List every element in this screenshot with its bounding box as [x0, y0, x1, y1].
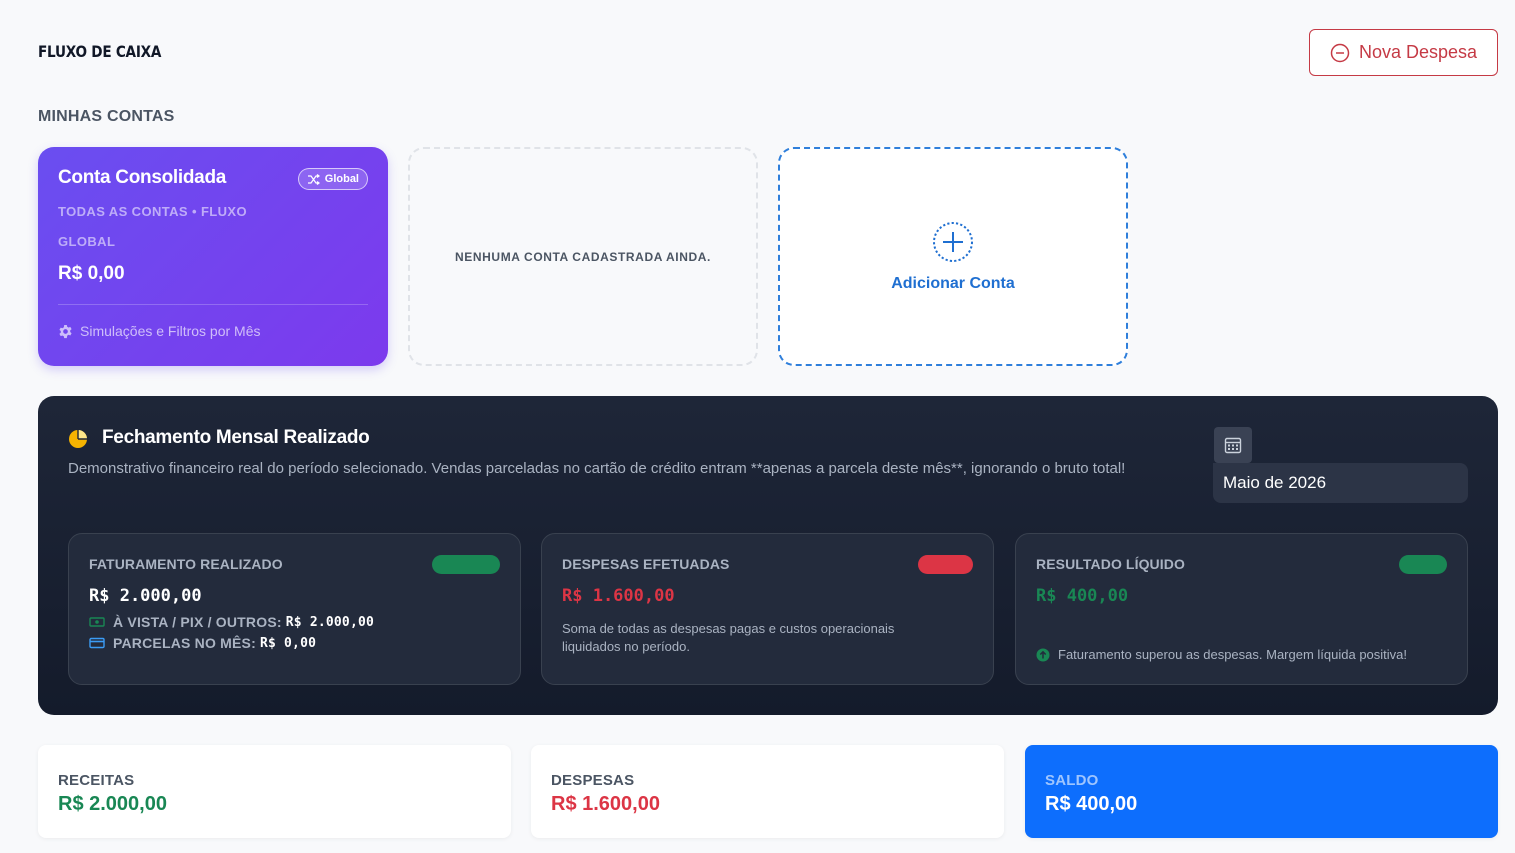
result-stat-card: RESULTADO LÍQUIDO R$ 400,00 Faturamento …: [1015, 533, 1468, 685]
gear-icon: [59, 324, 72, 338]
installments-breakdown-line: PARCELAS NO MÊS: R$ 0,00: [89, 635, 500, 651]
summary-despesas-value: R$ 1.600,00: [551, 793, 660, 815]
minus-circle-icon: [1330, 43, 1350, 62]
monthly-closing-description: Demonstrativo financeiro real do período…: [68, 460, 1126, 477]
negative-status-badge: [918, 555, 973, 574]
monthly-closing-title: Fechamento Mensal Realizado: [102, 427, 370, 448]
simulations-filters-link[interactable]: Simulações e Filtros por Mês: [58, 323, 261, 339]
summary-receitas-value: R$ 2.000,00: [58, 793, 167, 815]
consolidated-account-balance: R$ 0,00: [58, 263, 125, 284]
consolidated-account-subtitle: TODAS AS CONTAS • FLUXO GLOBAL: [58, 204, 248, 249]
expenses-stat-label: DESPESAS EFETUADAS: [562, 556, 730, 572]
positive-status-badge: [432, 555, 500, 574]
new-expense-button[interactable]: Nova Despesa: [1309, 29, 1498, 76]
divider: [58, 304, 368, 305]
expenses-stat-note: Soma de todas as despesas pagas e custos…: [562, 621, 895, 654]
result-stat-value: R$ 400,00: [1036, 586, 1129, 606]
global-badge: Global: [297, 168, 368, 190]
global-badge-label: Global: [324, 173, 359, 185]
empty-accounts-message: NENHUMA CONTA CADASTRADA AINDA.: [455, 249, 711, 264]
cash-breakdown-value: R$ 2.000,00: [285, 614, 375, 630]
result-stat-note-line: Faturamento superou as despesas. Margem …: [1036, 647, 1407, 662]
revenue-stat-card: FATURAMENTO REALIZADO R$ 2.000,00 À VIST…: [68, 533, 521, 685]
summary-receitas-card: RECEITAS R$ 2.000,00: [38, 745, 511, 838]
cash-breakdown-label: À VISTA / PIX / OUTROS:: [113, 614, 282, 630]
month-select-value: Maio de 2026: [1223, 473, 1327, 492]
summary-saldo-card: SALDO R$ 400,00: [1025, 745, 1498, 838]
month-select[interactable]: Maio de 2026: [1213, 463, 1468, 503]
expenses-stat-value: R$ 1.600,00: [562, 586, 675, 606]
summary-despesas-label: DESPESAS: [551, 772, 635, 789]
calendar-icon: [1224, 437, 1242, 454]
accounts-section-title: MINHAS CONTAS: [38, 108, 175, 125]
summary-receitas-label: RECEITAS: [58, 772, 135, 789]
page-title: FLUXO DE CAIXA: [38, 42, 162, 61]
simulations-filters-label: Simulações e Filtros por Mês: [80, 323, 261, 339]
add-account-card[interactable]: Adicionar Conta: [778, 147, 1128, 366]
expenses-stat-card: DESPESAS EFETUADAS R$ 1.600,00 Soma de t…: [541, 533, 994, 685]
summary-despesas-card: DESPESAS R$ 1.600,00: [531, 745, 1004, 838]
positive-status-badge: [1399, 555, 1447, 574]
arrow-up-circle-icon: [1036, 648, 1050, 661]
result-stat-note: Faturamento superou as despesas. Margem …: [1058, 647, 1408, 662]
empty-accounts-card: NENHUMA CONTA CADASTRADA AINDA.: [408, 147, 758, 366]
summary-saldo-value: R$ 400,00: [1045, 793, 1138, 815]
shuffle-icon: [307, 173, 320, 185]
plus-circle-icon: [933, 221, 973, 262]
installments-breakdown-value: R$ 0,00: [259, 635, 317, 651]
cash-icon: [89, 617, 105, 627]
consolidated-account-card[interactable]: Conta Consolidada Global TODAS AS CONTAS…: [38, 147, 388, 366]
credit-card-icon: [89, 637, 105, 649]
revenue-stat-value: R$ 2.000,00: [89, 586, 202, 606]
pie-chart-icon: [69, 430, 87, 448]
monthly-closing-panel: Fechamento Mensal Realizado Demonstrativ…: [38, 396, 1498, 715]
add-account-label: Adicionar Conta: [891, 274, 1015, 292]
cash-breakdown-line: À VISTA / PIX / OUTROS: R$ 2.000,00: [89, 614, 500, 630]
new-expense-label: Nova Despesa: [1358, 42, 1478, 62]
calendar-button[interactable]: [1214, 427, 1252, 463]
installments-breakdown-label: PARCELAS NO MÊS:: [113, 635, 256, 651]
result-stat-label: RESULTADO LÍQUIDO: [1036, 556, 1185, 572]
summary-saldo-label: SALDO: [1045, 772, 1099, 789]
